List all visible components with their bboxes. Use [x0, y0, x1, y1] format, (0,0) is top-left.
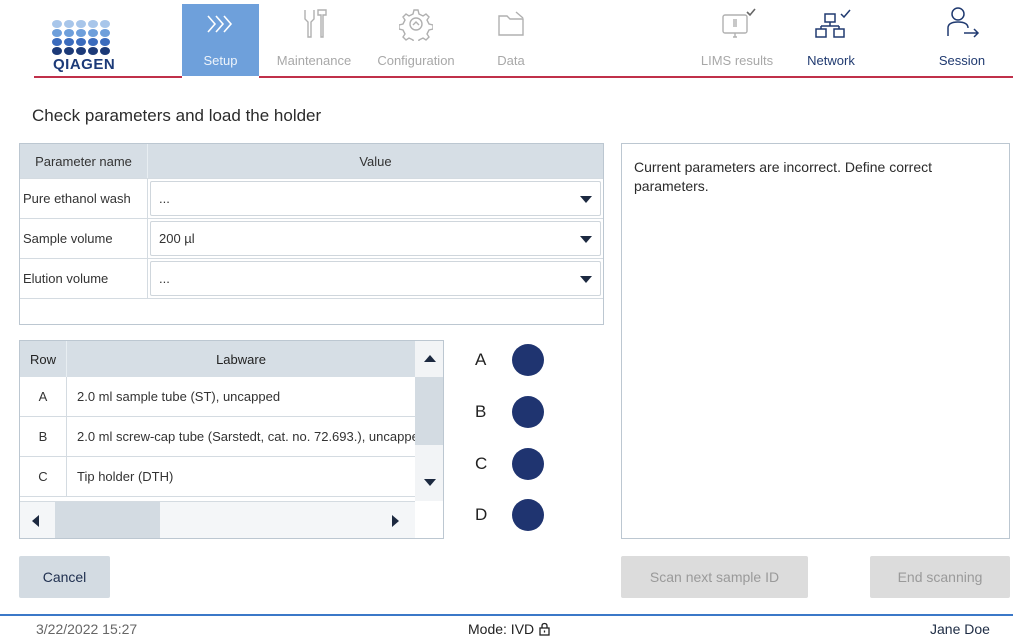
scroll-left-icon[interactable]: [32, 515, 39, 527]
position-d[interactable]: D: [475, 499, 544, 531]
ethanol-wash-select[interactable]: ...: [150, 181, 601, 216]
status-bar: 3/22/2022 15:27 Mode: IVD Jane Doe: [0, 616, 1013, 638]
gear-icon: [399, 4, 433, 44]
sample-volume-select[interactable]: 200 µl: [150, 221, 601, 256]
nav-maintenance-label: Maintenance: [276, 53, 352, 68]
wrench-screwdriver-icon: [299, 4, 329, 44]
current-user: Jane Doe: [930, 621, 990, 637]
message-panel: Current parameters are incorrect. Define…: [621, 143, 1010, 539]
param-row-empty: [20, 298, 603, 328]
vertical-scroll-thumb[interactable]: [415, 377, 443, 445]
labware-table: Row Labware A 2.0 ml sample tube (ST), u…: [19, 340, 444, 539]
param-name: Elution volume: [20, 259, 148, 298]
end-scanning-button[interactable]: End scanning: [870, 556, 1010, 598]
dropdown-caret-icon: [580, 195, 592, 203]
table-row[interactable]: C Tip holder (DTH): [20, 457, 415, 497]
network-check-icon: [809, 4, 853, 44]
nav-network-label: Network: [807, 53, 855, 68]
nav-setup-label: Setup: [203, 53, 238, 68]
row-letter: C: [20, 457, 67, 496]
position-dot-icon: [512, 344, 544, 376]
scroll-down-icon[interactable]: [424, 479, 436, 486]
lock-icon: [539, 622, 550, 636]
datetime: 3/22/2022 15:27: [36, 621, 138, 637]
labware-name: Tip holder (DTH): [77, 469, 174, 484]
position-b[interactable]: B: [475, 396, 544, 428]
position-dot-icon: [512, 448, 544, 480]
cancel-button[interactable]: Cancel: [19, 556, 110, 598]
row-letter: B: [20, 417, 67, 456]
user-logout-icon: [942, 4, 982, 44]
position-dot-icon: [512, 396, 544, 428]
position-c[interactable]: C: [475, 448, 544, 480]
nav-maintenance[interactable]: Maintenance: [268, 4, 360, 74]
position-label: C: [475, 454, 488, 473]
nav-data-label: Data: [497, 53, 525, 68]
chevrons-right-icon: [204, 4, 238, 44]
param-row-sample-volume: Sample volume 200 µl: [20, 218, 603, 258]
nav-lims-label: LIMS results: [700, 53, 774, 68]
position-a[interactable]: A: [475, 344, 544, 376]
page-title: Check parameters and load the holder: [32, 106, 322, 125]
parameter-table-header: Parameter name Value: [20, 144, 603, 178]
scan-next-sample-button[interactable]: Scan next sample ID: [621, 556, 808, 598]
labware-name: 2.0 ml screw-cap tube (Sarstedt, cat. no…: [77, 429, 415, 444]
horizontal-scrollbar[interactable]: [20, 501, 415, 538]
param-row-elution-volume: Elution volume ...: [20, 258, 603, 298]
header-parameter-name: Parameter name: [20, 144, 148, 178]
error-message: Current parameters are incorrect. Define…: [634, 159, 932, 194]
horizontal-scroll-thumb[interactable]: [55, 502, 160, 538]
position-dot-icon: [512, 499, 544, 531]
nav-configuration[interactable]: Configuration: [366, 4, 466, 74]
header-value: Value: [359, 153, 392, 169]
labware-table-header: Row Labware: [20, 341, 415, 377]
param-name: Sample volume: [20, 219, 148, 258]
labware-name: 2.0 ml sample tube (ST), uncapped: [77, 389, 281, 404]
dropdown-caret-icon: [580, 275, 592, 283]
logo-dots: [52, 20, 122, 55]
labware-rows: A 2.0 ml sample tube (ST), uncapped B 2.…: [20, 377, 415, 497]
mode-indicator: Mode: IVD: [468, 621, 551, 637]
header-row: Row: [20, 341, 67, 377]
top-bar: QIAGEN Setup Maintenance Configuration D…: [0, 0, 1013, 80]
nav-lims-results[interactable]: LIMS results: [692, 4, 782, 74]
monitor-check-icon: [717, 4, 757, 44]
dropdown-caret-icon: [580, 235, 592, 243]
param-row-ethanol: Pure ethanol wash ...: [20, 178, 603, 218]
select-value: ...: [159, 271, 170, 286]
select-value: ...: [159, 191, 170, 206]
row-letter: A: [20, 377, 67, 416]
scroll-up-icon[interactable]: [424, 355, 436, 362]
nav-configuration-label: Configuration: [377, 53, 455, 68]
nav-network[interactable]: Network: [796, 4, 866, 74]
select-value: 200 µl: [159, 231, 195, 246]
folder-icon: [496, 4, 526, 44]
nav-data[interactable]: Data: [486, 4, 536, 74]
mode-text: Mode: IVD: [468, 621, 535, 637]
position-label: D: [475, 505, 488, 524]
scroll-right-icon[interactable]: [392, 515, 399, 527]
table-row[interactable]: B 2.0 ml screw-cap tube (Sarstedt, cat. …: [20, 417, 415, 457]
nav-session-label: Session: [938, 53, 986, 68]
parameter-table: Parameter name Value Pure ethanol wash .…: [19, 143, 604, 325]
header-labware: Labware: [216, 351, 266, 367]
vertical-scrollbar[interactable]: [415, 341, 443, 501]
logo-text: QIAGEN: [53, 56, 116, 73]
nav-session[interactable]: Session: [925, 4, 999, 74]
elution-volume-select[interactable]: ...: [150, 261, 601, 296]
qiagen-logo: QIAGEN: [52, 20, 122, 82]
position-label: B: [475, 402, 487, 421]
position-label: A: [475, 350, 487, 369]
nav-setup[interactable]: Setup: [182, 4, 259, 76]
param-name: Pure ethanol wash: [20, 179, 148, 218]
header-accent-line-right: [259, 76, 1013, 78]
table-row[interactable]: A 2.0 ml sample tube (ST), uncapped: [20, 377, 415, 417]
